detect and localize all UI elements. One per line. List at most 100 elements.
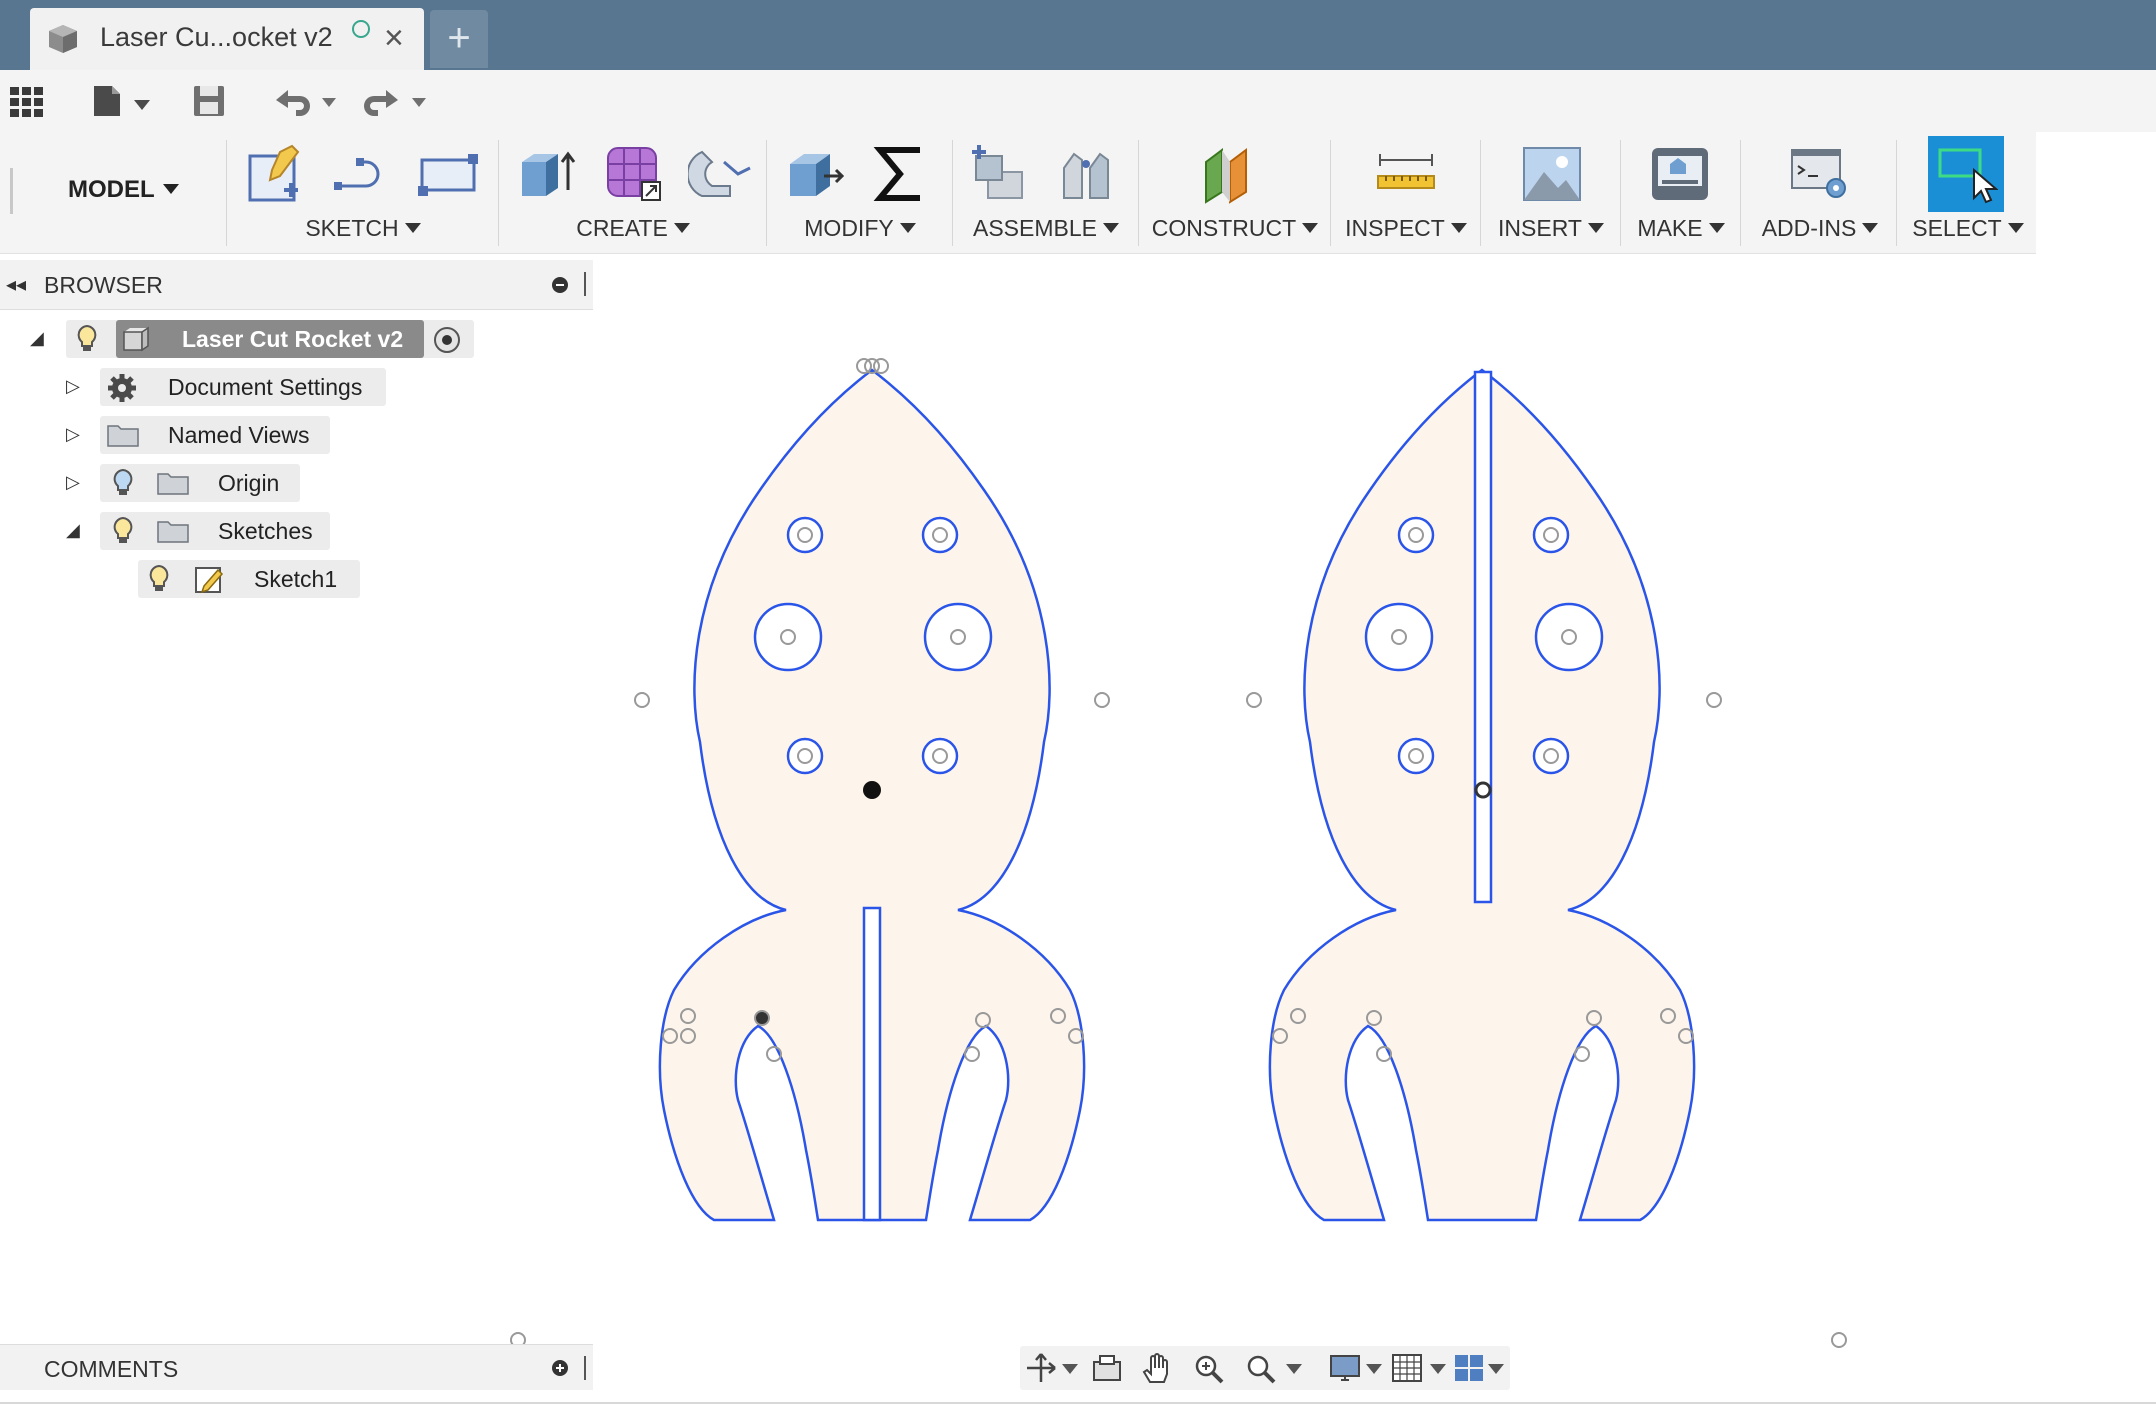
- chevron-down-icon[interactable]: [1430, 1364, 1446, 1374]
- rectangle-icon[interactable]: [416, 142, 480, 206]
- new-tab-button[interactable]: +: [430, 10, 488, 68]
- collapsed-triangle-icon[interactable]: ▷: [66, 376, 86, 396]
- look-at-icon[interactable]: [1090, 1352, 1124, 1384]
- inspect-menu[interactable]: INSPECT: [1334, 215, 1478, 242]
- expanded-triangle-icon[interactable]: ◢: [30, 328, 50, 348]
- select-menu[interactable]: SELECT: [1900, 215, 2036, 242]
- form-icon[interactable]: [602, 142, 666, 206]
- tree-item-label: Named Views: [168, 422, 310, 448]
- select-group: SELECT: [1900, 132, 2036, 254]
- rocket-left[interactable]: [634, 358, 1110, 1222]
- panel-grip[interactable]: [584, 1356, 586, 1380]
- chevron-down-icon: [1450, 223, 1467, 233]
- activate-radio-icon[interactable]: [434, 327, 460, 353]
- chevron-down-icon: [673, 223, 690, 233]
- grid-settings-icon[interactable]: [1390, 1352, 1424, 1384]
- expanded-triangle-icon[interactable]: ◢: [66, 520, 86, 540]
- assemble-group: ASSEMBLE: [956, 132, 1136, 254]
- insert-label: INSERT: [1498, 215, 1582, 241]
- lightbulb-icon[interactable]: [110, 468, 136, 498]
- sketch-icon: [195, 567, 224, 594]
- insert-image-icon[interactable]: [1520, 142, 1584, 206]
- panel-grip[interactable]: [584, 272, 586, 296]
- assemble-menu[interactable]: ASSEMBLE: [956, 215, 1136, 242]
- 3d-print-icon[interactable]: [1648, 142, 1712, 206]
- tree-root-row[interactable]: ◢ Laser Cut Rocket v2: [0, 320, 480, 358]
- line-icon[interactable]: [330, 142, 394, 206]
- file-menu-icon[interactable]: [88, 78, 158, 124]
- zoom-icon[interactable]: [1192, 1352, 1226, 1384]
- offset-plane-icon[interactable]: [1200, 142, 1264, 206]
- press-pull-icon[interactable]: [784, 142, 848, 206]
- rocket-right[interactable]: [1246, 368, 1722, 1222]
- tree-item-label: Origin: [218, 470, 280, 496]
- title-bar: Laser Cu...ocket v2 × +: [0, 0, 2156, 70]
- viewports-icon[interactable]: [1452, 1352, 1486, 1384]
- tree-item-label: Document Settings: [168, 374, 363, 400]
- lightbulb-icon[interactable]: [110, 516, 136, 546]
- pan-hand-icon[interactable]: [1140, 1352, 1174, 1384]
- folder-icon: [107, 425, 139, 447]
- comments-title: COMMENTS: [44, 1356, 179, 1382]
- save-icon[interactable]: [190, 78, 230, 124]
- select-button[interactable]: [1928, 136, 2004, 212]
- modify-menu[interactable]: MODIFY: [770, 215, 950, 242]
- measure-icon[interactable]: [1374, 142, 1438, 206]
- divider: [226, 140, 227, 246]
- scripts-icon[interactable]: [1788, 142, 1852, 206]
- extrude-icon[interactable]: [516, 142, 580, 206]
- joint-icon[interactable]: [1054, 142, 1118, 206]
- sketch-point[interactable]: [1831, 1332, 1847, 1348]
- collapse-panel-icon[interactable]: ◂◂: [6, 272, 26, 297]
- insert-menu[interactable]: INSERT: [1484, 215, 1618, 242]
- tree-item-label: Sketches: [218, 518, 313, 544]
- redo-icon[interactable]: [360, 78, 434, 124]
- display-settings-icon[interactable]: [1328, 1352, 1362, 1384]
- minus-circle-icon[interactable]: [552, 277, 568, 293]
- make-label: MAKE: [1637, 215, 1703, 241]
- inspect-label: INSPECT: [1345, 215, 1445, 241]
- orbit-icon[interactable]: [1024, 1352, 1058, 1384]
- create-menu[interactable]: CREATE: [502, 215, 764, 242]
- divider: [766, 140, 767, 246]
- status-divider: [0, 1402, 2156, 1404]
- divider: [1740, 140, 1741, 246]
- revolve-icon[interactable]: [688, 142, 752, 206]
- select-cursor-icon: [1938, 148, 1998, 204]
- folder-icon: [157, 521, 189, 543]
- chevron-down-icon: [1302, 223, 1319, 233]
- document-tab[interactable]: Laser Cu...ocket v2 ×: [30, 8, 424, 70]
- addins-menu[interactable]: ADD-INS: [1744, 215, 1896, 242]
- tree-item-named-views[interactable]: ▷ Named Views: [0, 416, 400, 454]
- divider: [1480, 140, 1481, 246]
- chevron-down-icon[interactable]: [1062, 1364, 1078, 1374]
- zoom-window-icon[interactable]: [1244, 1352, 1278, 1384]
- tree-item-document-settings[interactable]: ▷ Document Settings: [0, 368, 400, 406]
- folder-icon: [157, 473, 189, 495]
- undo-icon[interactable]: [270, 78, 344, 124]
- tree-item-sketch1[interactable]: Sketch1: [0, 560, 400, 598]
- fusion-window: Laser Cu...ocket v2 × + MODEL SKETCH CRE…: [0, 0, 2156, 1414]
- workspace-switcher[interactable]: MODEL: [68, 176, 179, 204]
- create-sketch-icon[interactable]: [244, 142, 308, 206]
- ribbon-grip[interactable]: [10, 168, 13, 214]
- construct-group: CONSTRUCT: [1142, 132, 1328, 254]
- collapsed-triangle-icon[interactable]: ▷: [66, 472, 86, 492]
- tree-item-origin[interactable]: ▷ Origin: [0, 464, 400, 502]
- chevron-down-icon[interactable]: [1488, 1364, 1504, 1374]
- add-comment-icon[interactable]: [552, 1360, 568, 1376]
- chevron-down-icon: [1708, 223, 1725, 233]
- lightbulb-icon[interactable]: [74, 324, 100, 354]
- lightbulb-icon[interactable]: [146, 564, 172, 594]
- make-menu[interactable]: MAKE: [1624, 215, 1738, 242]
- chevron-down-icon[interactable]: [1286, 1364, 1302, 1374]
- close-icon[interactable]: ×: [384, 18, 404, 58]
- sigma-icon[interactable]: [870, 142, 934, 206]
- construct-menu[interactable]: CONSTRUCT: [1142, 215, 1328, 242]
- collapsed-triangle-icon[interactable]: ▷: [66, 424, 86, 444]
- chevron-down-icon[interactable]: [1366, 1364, 1382, 1374]
- tree-item-sketches[interactable]: ◢ Sketches: [0, 512, 400, 550]
- new-component-icon[interactable]: [968, 142, 1032, 206]
- sketch-menu[interactable]: SKETCH: [230, 215, 496, 242]
- app-grid-icon[interactable]: [8, 78, 48, 124]
